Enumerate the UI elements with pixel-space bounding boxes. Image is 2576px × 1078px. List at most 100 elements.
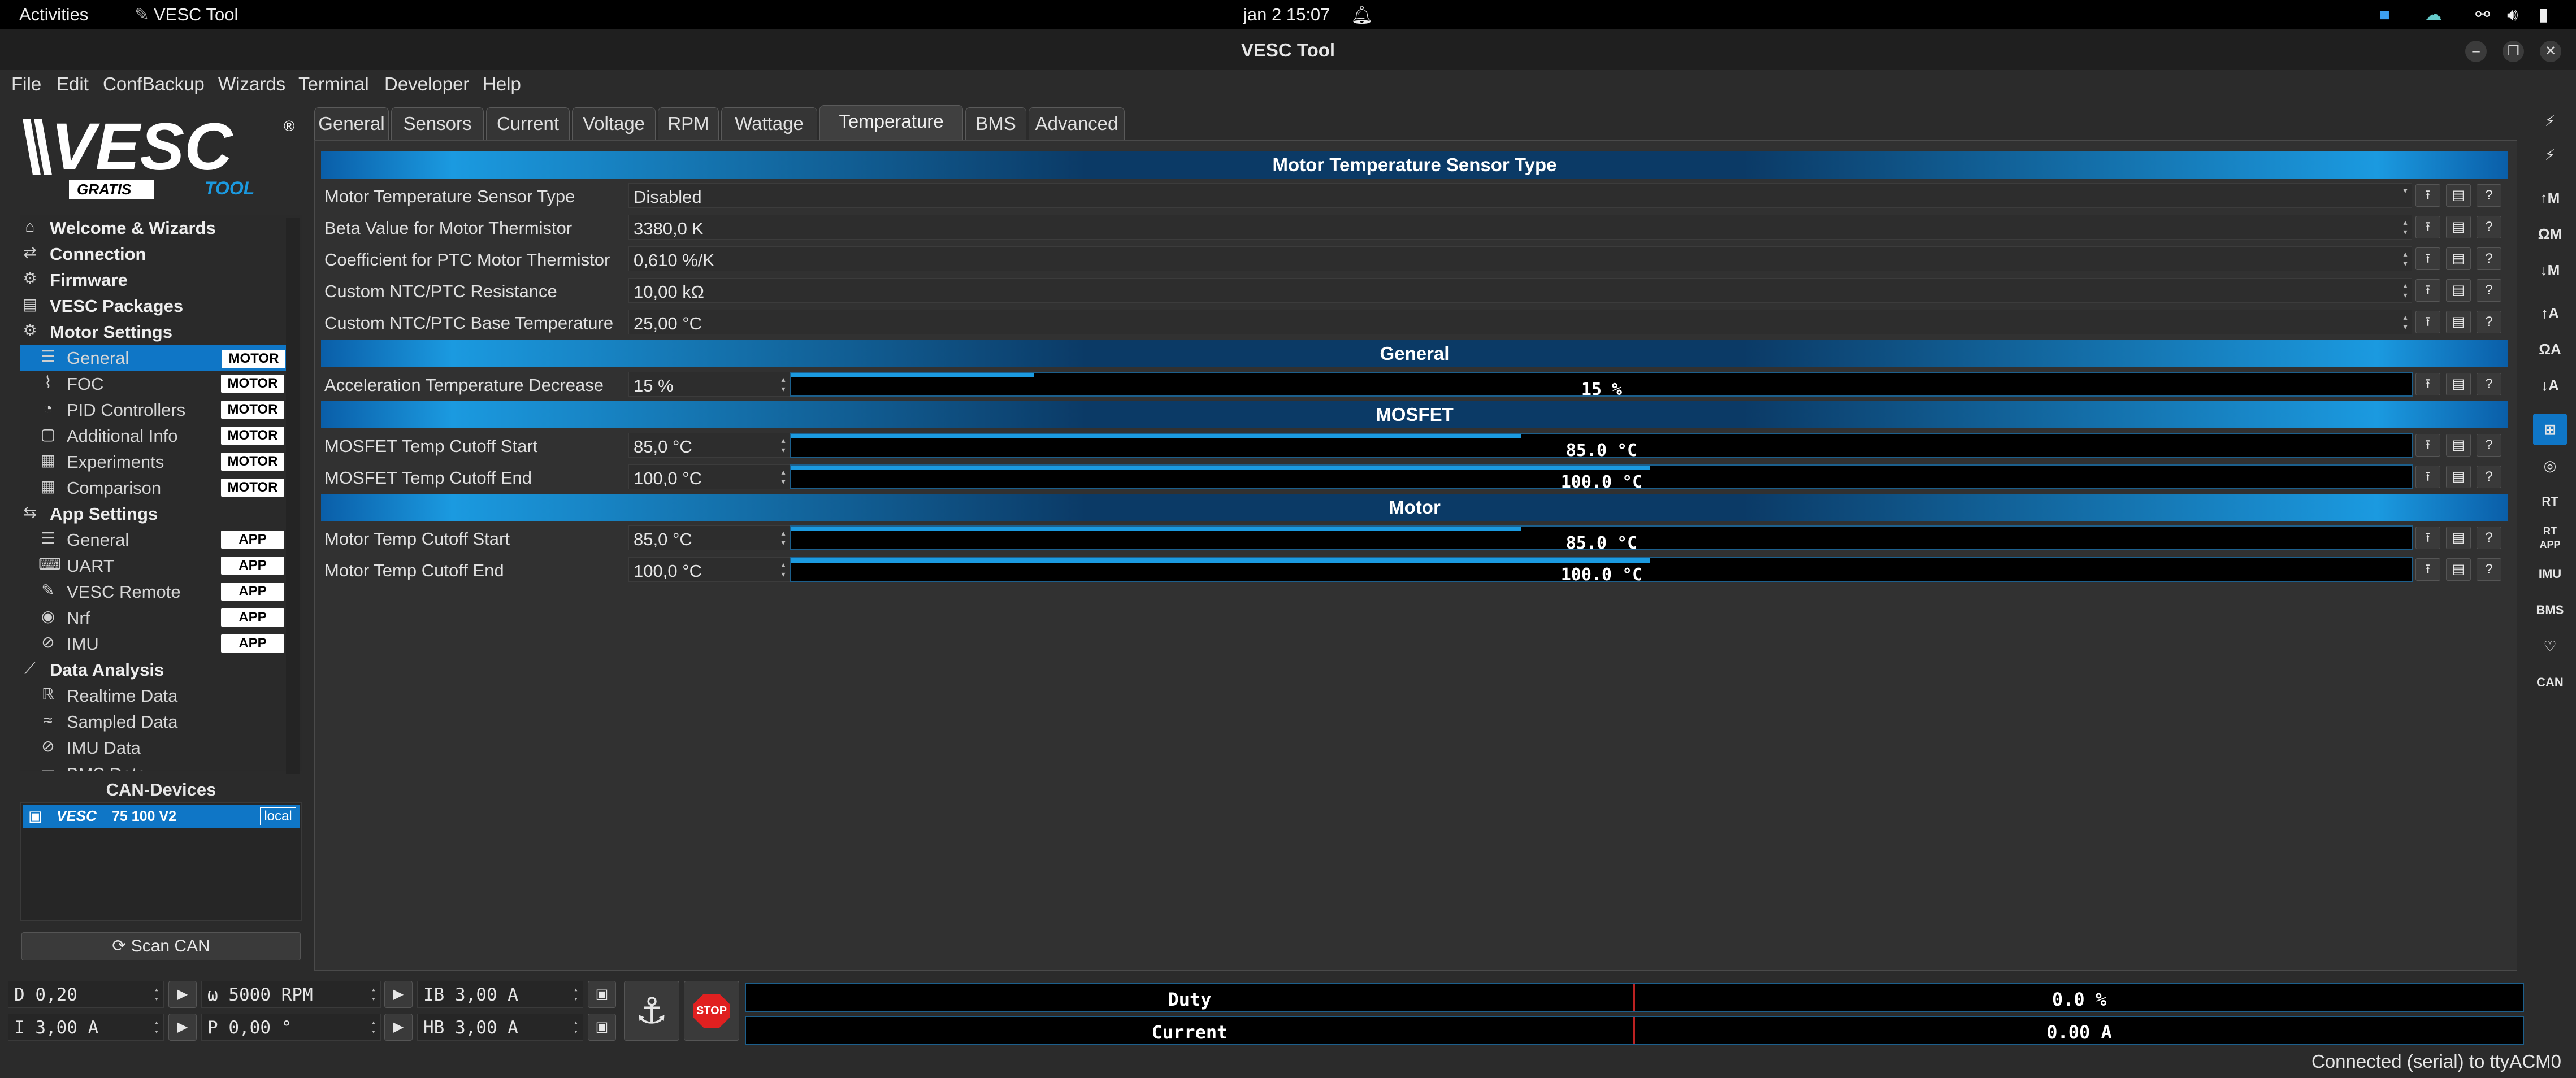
- menu-developer[interactable]: Developer: [384, 73, 469, 95]
- tree-bms-data[interactable]: ▭BMS Data: [20, 760, 280, 771]
- upload-button[interactable]: ⭱: [2415, 434, 2440, 457]
- ntc-resistance-spinbox[interactable]: 10,00 kΩ ▴ ▾: [628, 278, 2412, 303]
- help-button[interactable]: ?: [2477, 247, 2501, 270]
- can-network-icon[interactable]: ⊞: [2533, 414, 2567, 445]
- cloud-icon[interactable]: ☁: [2425, 5, 2442, 25]
- read-default-motor-config-button[interactable]: ΩM: [2533, 218, 2567, 250]
- help-button[interactable]: ?: [2477, 558, 2501, 581]
- tree-app-nrf[interactable]: ◉ Nrf APP: [20, 605, 286, 631]
- tab-rpm[interactable]: RPM: [658, 107, 719, 140]
- tree-motor-foc[interactable]: ⌇ FOC MOTOR: [20, 371, 286, 397]
- default-button[interactable]: ▤: [2446, 558, 2471, 581]
- default-button[interactable]: ▤: [2446, 373, 2471, 395]
- upload-button[interactable]: ⭱: [2415, 527, 2440, 549]
- help-button[interactable]: ?: [2477, 216, 2501, 238]
- tab-current[interactable]: Current: [486, 107, 570, 140]
- tree-scrollbar[interactable]: [286, 218, 300, 774]
- duty-input[interactable]: D 0,20 ▴ ▾: [8, 981, 164, 1008]
- upload-button[interactable]: ⭱: [2415, 373, 2440, 395]
- default-button[interactable]: ▤: [2446, 184, 2471, 207]
- default-button[interactable]: ▤: [2446, 216, 2471, 238]
- network-icon[interactable]: ⚯: [2475, 5, 2490, 25]
- tree-motor-comparison[interactable]: ▦ Comparison MOTOR: [20, 475, 286, 501]
- brake-current-input[interactable]: IB 3,00 A ▴ ▾: [417, 981, 583, 1008]
- default-button[interactable]: ▤: [2446, 434, 2471, 457]
- tab-general[interactable]: General: [314, 107, 389, 140]
- menu-help[interactable]: Help: [483, 73, 521, 95]
- disconnect-icon[interactable]: ⚡: [2533, 139, 2567, 171]
- volume-icon[interactable]: 🔊︎: [2507, 5, 2518, 25]
- gamepad-icon[interactable]: ◎: [2533, 450, 2567, 481]
- upload-button[interactable]: ⭱: [2415, 247, 2440, 270]
- default-button[interactable]: ▤: [2446, 311, 2471, 333]
- mosfet-cutoff-end-spinbox[interactable]: 100,0 °C ▴ ▾: [628, 464, 790, 489]
- upload-button[interactable]: ⭱: [2415, 466, 2440, 488]
- play-current-button[interactable]: ▶: [168, 1014, 197, 1041]
- help-button[interactable]: ?: [2477, 279, 2501, 302]
- handbrake-button[interactable]: ▣: [588, 1014, 616, 1041]
- can-device-row[interactable]: ▣ VESC 75 100 V2 local: [23, 805, 300, 828]
- tree-data-analysis[interactable]: ⟋ Data Analysis: [20, 657, 280, 683]
- help-button[interactable]: ?: [2477, 373, 2501, 395]
- tree-motor-additional-info[interactable]: ▢ Additional Info MOTOR: [20, 423, 286, 449]
- menu-terminal[interactable]: Terminal: [298, 73, 369, 95]
- tree-app-vesc-remote[interactable]: ✎ VESC Remote APP: [20, 579, 286, 605]
- upload-button[interactable]: ⭱: [2415, 311, 2440, 333]
- tree-motor-general[interactable]: ☰ General MOTOR: [20, 345, 287, 371]
- play-position-button[interactable]: ▶: [384, 1014, 413, 1041]
- help-button[interactable]: ?: [2477, 311, 2501, 333]
- tab-bms[interactable]: BMS: [965, 107, 1026, 140]
- current-input[interactable]: I 3,00 A ▴ ▾: [8, 1014, 164, 1041]
- tab-advanced[interactable]: Advanced: [1029, 107, 1125, 140]
- help-button[interactable]: ?: [2477, 466, 2501, 488]
- help-button[interactable]: ?: [2477, 527, 2501, 549]
- motor-cutoff-start-spinbox[interactable]: 85,0 °C ▴ ▾: [628, 525, 790, 550]
- heart-icon[interactable]: ♡: [2533, 631, 2567, 662]
- realtime-app-button[interactable]: RT APP: [2533, 522, 2567, 556]
- scan-can-button[interactable]: ⟳ Scan CAN: [21, 932, 301, 960]
- realtime-data-button[interactable]: RT: [2533, 486, 2567, 518]
- tree-vesc-packages[interactable]: ▤ VESC Packages: [20, 293, 280, 319]
- menu-file[interactable]: File: [11, 73, 41, 95]
- tree-imu-data[interactable]: ⊘ IMU Data: [20, 734, 280, 760]
- read-motor-config-button[interactable]: ↑M: [2533, 182, 2567, 214]
- play-duty-button[interactable]: ▶: [168, 981, 197, 1008]
- read-default-app-config-button[interactable]: ΩA: [2533, 333, 2567, 365]
- handbrake-input[interactable]: HB 3,00 A ▴ ▾: [417, 1014, 583, 1041]
- beta-value-spinbox[interactable]: 3380,0 K ▴ ▾: [628, 215, 2412, 240]
- bms-button[interactable]: BMS: [2533, 594, 2567, 626]
- position-input[interactable]: P 0,00 ° ▴ ▾: [201, 1014, 381, 1041]
- tree-sampled-data[interactable]: ≈ Sampled Data: [20, 708, 280, 734]
- minimize-button[interactable]: –: [2465, 41, 2487, 62]
- tree-welcome[interactable]: ⌂ Welcome & Wizards: [20, 215, 280, 241]
- tree-firmware[interactable]: ⚙ Firmware: [20, 267, 280, 293]
- upload-button[interactable]: ⭱: [2415, 184, 2440, 207]
- tree-app-general[interactable]: ☰ General APP: [20, 527, 286, 553]
- upload-button[interactable]: ⭱: [2415, 558, 2440, 581]
- default-button[interactable]: ▤: [2446, 466, 2471, 488]
- accel-decrease-spinbox[interactable]: 15 % ▴ ▾: [628, 372, 790, 397]
- tab-wattage[interactable]: Wattage: [721, 107, 817, 140]
- tree-realtime-data[interactable]: ℝ Realtime Data: [20, 683, 280, 708]
- help-button[interactable]: ?: [2477, 184, 2501, 207]
- tree-motor-pid[interactable]: ◔ PID Controllers MOTOR: [20, 397, 286, 423]
- default-button[interactable]: ▤: [2446, 527, 2471, 549]
- play-rpm-button[interactable]: ▶: [384, 981, 413, 1008]
- tree-motor-settings[interactable]: ⚙ Motor Settings: [20, 319, 280, 345]
- tree-motor-experiments[interactable]: ▦ Experiments MOTOR: [20, 449, 286, 475]
- read-app-config-button[interactable]: ↑A: [2533, 297, 2567, 329]
- ntc-base-temp-spinbox[interactable]: 25,00 °C ▴ ▾: [628, 310, 2412, 334]
- write-motor-config-button[interactable]: ↓M: [2533, 254, 2567, 286]
- tree-app-uart[interactable]: ⌨ UART APP: [20, 553, 286, 579]
- close-button[interactable]: ✕: [2540, 41, 2561, 62]
- tree-app-imu[interactable]: ⊘ IMU APP: [20, 631, 286, 657]
- tab-temperature[interactable]: Temperature: [819, 105, 963, 140]
- menu-wizards[interactable]: Wizards: [218, 73, 285, 95]
- stop-button[interactable]: STOP: [684, 981, 739, 1041]
- rpm-input[interactable]: ω 5000 RPM ▴ ▾: [201, 981, 381, 1008]
- default-button[interactable]: ▤: [2446, 247, 2471, 270]
- help-button[interactable]: ?: [2477, 434, 2501, 457]
- write-app-config-button[interactable]: ↓A: [2533, 370, 2567, 401]
- menu-edit[interactable]: Edit: [57, 73, 89, 95]
- tree-app-settings[interactable]: ⇆ App Settings: [20, 501, 280, 527]
